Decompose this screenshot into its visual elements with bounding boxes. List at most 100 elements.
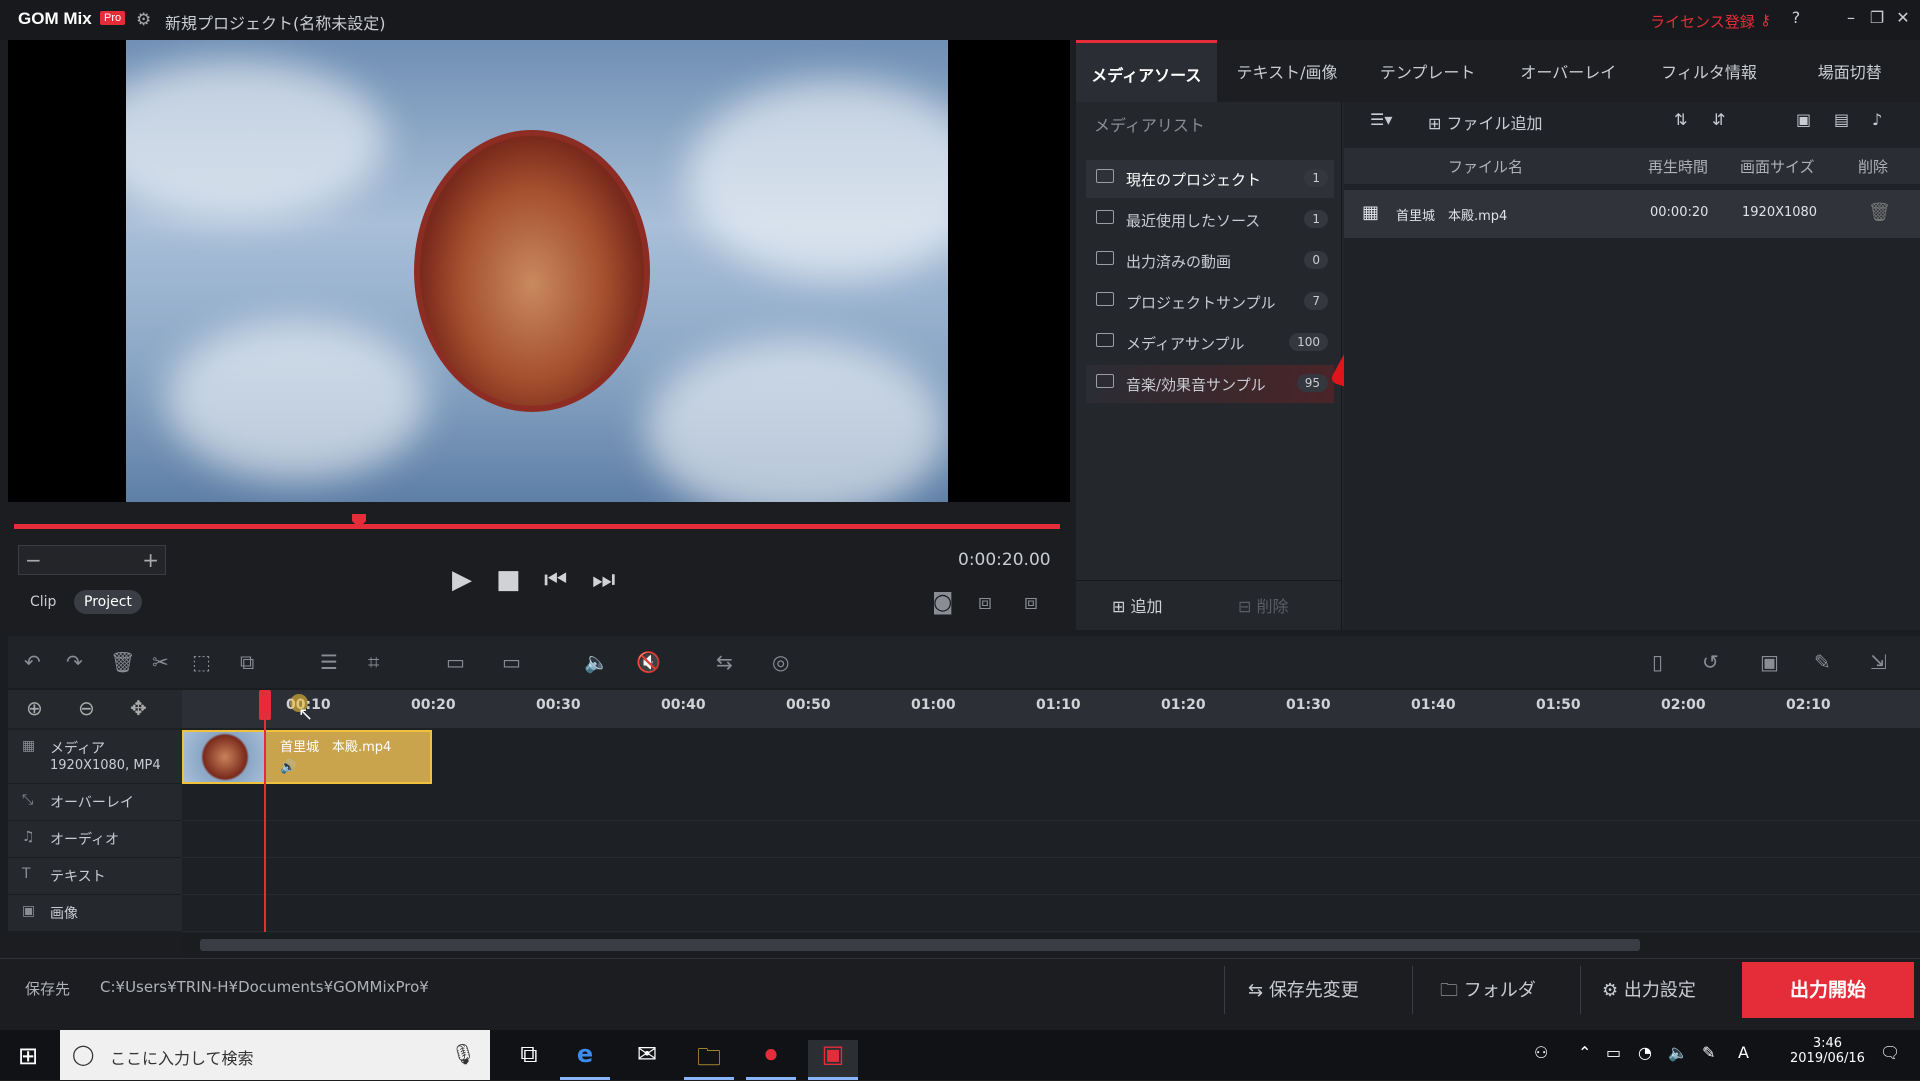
track-audio[interactable]: [182, 821, 1920, 858]
recorder-icon[interactable]: ⏺: [746, 1040, 796, 1080]
delete-icon[interactable]: 🗑: [110, 650, 135, 674]
restore-button[interactable]: ❐: [1866, 8, 1888, 27]
task-view-icon[interactable]: ⧉: [504, 1040, 554, 1080]
adjust-icon[interactable]: ☰: [320, 650, 338, 674]
zoom-out-icon[interactable]: −: [25, 548, 42, 572]
people-icon[interactable]: ⚇: [1534, 1043, 1548, 1062]
folder-button[interactable]: 🗀 フォルダ: [1440, 976, 1536, 1008]
open-project-icon[interactable]: ↺: [1702, 650, 1719, 674]
folder-recent-sources[interactable]: 最近使用したソース 1: [1086, 201, 1334, 239]
minimize-button[interactable]: –: [1840, 8, 1862, 27]
mail-icon[interactable]: ✉: [622, 1040, 672, 1080]
fit-icon[interactable]: ✥: [130, 696, 147, 720]
track-overlay[interactable]: [182, 784, 1920, 821]
scrollbar-thumb[interactable]: [200, 939, 1640, 951]
save-project-icon[interactable]: ▣: [1760, 650, 1779, 674]
gom-mix-taskbar-icon[interactable]: ▣: [808, 1040, 858, 1080]
save-location-label: 保存先: [25, 980, 71, 998]
taskbar-clock[interactable]: 3:46 2019/06/16: [1790, 1036, 1865, 1066]
speaker-icon[interactable]: 🔈: [1668, 1043, 1688, 1062]
track-label-media: ▦ メディア 1920X1080, MP4: [8, 730, 182, 784]
show-hidden-icons[interactable]: ⌃: [1578, 1043, 1591, 1062]
split-clip-icon[interactable]: ⧉: [240, 650, 254, 674]
file-row[interactable]: ▦ 首里城 本殿.mp4 00:00:20 1920X1080 🗑: [1344, 190, 1920, 238]
add-file-button[interactable]: ⊞ ファイル追加: [1428, 110, 1543, 134]
microphone-icon[interactable]: 🎙: [451, 1042, 476, 1066]
tab-text-image[interactable]: テキスト/画像: [1217, 40, 1358, 102]
export-start-button[interactable]: 出力開始: [1742, 962, 1914, 1018]
image-frame-icon[interactable]: ▭: [502, 650, 521, 674]
key-icon: ⚷: [1760, 11, 1771, 29]
zoom-out-icon[interactable]: ⊖: [78, 696, 95, 720]
output-settings-button[interactable]: ⚙ 出力設定: [1602, 976, 1696, 1002]
file-explorer-icon[interactable]: 🗀: [684, 1040, 734, 1080]
tick-label: 01:20: [1161, 697, 1206, 713]
change-destination-button[interactable]: ⇆ 保存先変更: [1248, 976, 1359, 1002]
snapshot-icon[interactable]: ◙: [932, 590, 953, 615]
volume-icon[interactable]: 🔈: [584, 650, 609, 674]
tab-template[interactable]: テンプレート: [1357, 40, 1498, 102]
add-folder-button[interactable]: ⊞ 追加: [1112, 593, 1163, 617]
pen-icon[interactable]: ✎: [1702, 1043, 1715, 1062]
col-filename[interactable]: ファイル名: [1448, 156, 1523, 177]
col-size[interactable]: 画面サイズ: [1740, 156, 1815, 177]
play-icon[interactable]: ▶: [452, 565, 472, 595]
tab-transition[interactable]: 場面切替: [1779, 40, 1920, 102]
redo-icon[interactable]: ↷: [66, 650, 83, 674]
mode-project[interactable]: Project: [74, 590, 142, 614]
cut-icon[interactable]: ✂: [152, 650, 169, 674]
select-icon[interactable]: ⬚: [192, 650, 211, 674]
battery-icon[interactable]: ▭: [1606, 1043, 1621, 1062]
save-as-icon[interactable]: ✎: [1814, 650, 1831, 674]
track-image[interactable]: [182, 895, 1920, 932]
prev-frame-icon[interactable]: ⏮: [544, 565, 567, 596]
col-duration[interactable]: 再生時間: [1648, 156, 1708, 177]
zoom-stepper[interactable]: − +: [18, 545, 166, 575]
folder-project-samples[interactable]: プロジェクトサンプル 7: [1086, 283, 1334, 321]
folder-exported-videos[interactable]: 出力済みの動画 0: [1086, 242, 1334, 280]
seek-bar[interactable]: [14, 524, 1060, 529]
license-register-link[interactable]: ライセンス登録: [1650, 11, 1755, 32]
new-project-icon[interactable]: ▯: [1652, 650, 1663, 674]
split-left-icon[interactable]: ⧈: [978, 590, 992, 615]
list-view-icon[interactable]: ☰▾: [1370, 110, 1392, 129]
next-frame-icon[interactable]: ⏭: [592, 565, 615, 596]
undo-icon[interactable]: ↶: [24, 650, 41, 674]
preview-clip-icon[interactable]: ◎: [772, 650, 789, 674]
windows-start-icon[interactable]: ⊞: [18, 1042, 38, 1070]
delete-folder-button[interactable]: ⊟ 削除: [1238, 593, 1289, 617]
tab-overlay[interactable]: オーバーレイ: [1498, 40, 1639, 102]
export-project-icon[interactable]: ⇲: [1870, 650, 1887, 674]
stop-icon[interactable]: ■: [496, 565, 521, 595]
zoom-in-icon[interactable]: ⊕: [26, 696, 43, 720]
freeze-frame-icon[interactable]: ▭: [446, 650, 465, 674]
filter-video-icon[interactable]: ▣: [1796, 110, 1811, 129]
filter-image-icon[interactable]: ▤: [1834, 110, 1849, 129]
mode-clip[interactable]: Clip: [20, 590, 66, 614]
sort-desc-icon[interactable]: ⇵: [1712, 110, 1725, 129]
tab-media-source[interactable]: メディアソース: [1076, 40, 1217, 102]
divider: [1224, 966, 1225, 1014]
mute-icon[interactable]: 🔇: [636, 650, 661, 674]
sort-asc-icon[interactable]: ⇅: [1674, 110, 1687, 129]
folder-media-samples[interactable]: メディアサンプル 100: [1086, 324, 1334, 362]
ime-indicator[interactable]: A: [1738, 1043, 1749, 1062]
folder-current-project[interactable]: 現在のプロジェクト 1: [1086, 160, 1334, 198]
settings-gear-icon[interactable]: ⚙: [136, 10, 151, 30]
trash-icon[interactable]: 🗑: [1868, 202, 1891, 223]
folder-music-sfx-samples[interactable]: 音楽/効果音サンプル 95: [1086, 365, 1334, 403]
action-center-icon[interactable]: 🗨: [1880, 1043, 1900, 1062]
help-button[interactable]: ?: [1785, 8, 1807, 27]
close-button[interactable]: ✕: [1892, 8, 1914, 27]
tab-filter-info[interactable]: フィルタ情報: [1639, 40, 1780, 102]
taskbar-search[interactable]: ◯ ここに入力して検索 🎙: [60, 1030, 490, 1080]
crop-icon[interactable]: ⌗: [368, 650, 379, 674]
split-right-icon[interactable]: ⧈: [1024, 590, 1038, 615]
filter-audio-icon[interactable]: ♪: [1872, 110, 1882, 129]
track-text[interactable]: [182, 858, 1920, 895]
zoom-in-icon[interactable]: +: [142, 548, 159, 572]
replace-icon[interactable]: ⇆: [716, 650, 733, 674]
playhead-handle[interactable]: [259, 690, 271, 720]
edge-icon[interactable]: e: [560, 1040, 610, 1080]
wifi-icon[interactable]: ◔: [1638, 1043, 1652, 1062]
